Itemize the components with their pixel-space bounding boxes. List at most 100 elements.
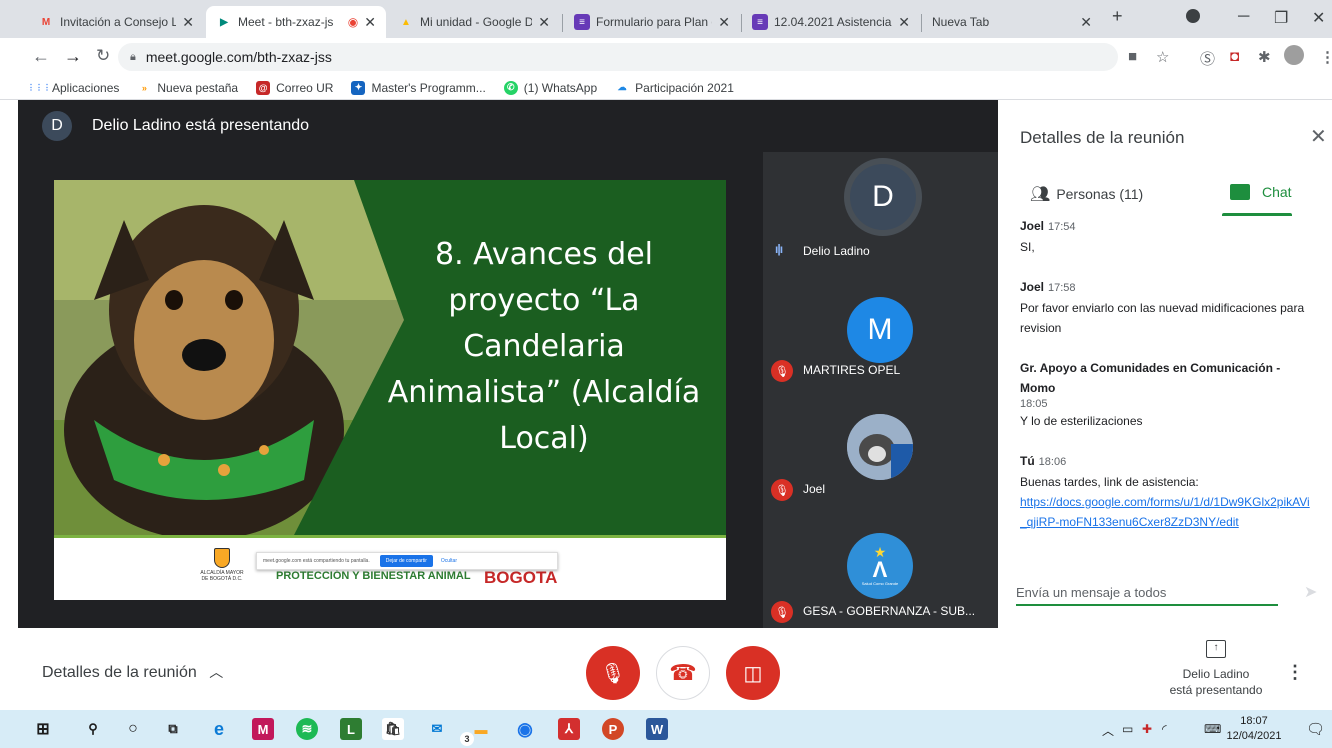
participant-tile[interactable]: D ı|ı Delio Ladino [763, 152, 998, 271]
stop-sharing-button[interactable]: Dejar de compartir [379, 555, 433, 567]
bookmark-label: Master's Programm... [371, 80, 486, 95]
bookmark-star-icon[interactable]: ☆ [1156, 48, 1169, 66]
escudo-caption: ALCALDÍA MAYOR DE BOGOTÁ D.C. [200, 570, 244, 582]
participant-tile[interactable]: M 🎙︎ MARTIRES OPEL [763, 271, 998, 390]
close-tab-icon[interactable]: ✕ [718, 14, 730, 31]
tab-chat[interactable]: Chat [1230, 184, 1292, 200]
word-icon[interactable]: W [646, 718, 668, 740]
bookmark-item[interactable]: @ Correo UR [256, 80, 333, 95]
presentation-status[interactable]: ↑ Delio Ladino está presentando [1160, 640, 1272, 698]
send-icon[interactable]: ➤ [1304, 582, 1317, 602]
browser-tab-active[interactable]: ▶ Meet - bth-zxaz-js ◉ ✕ [206, 6, 386, 38]
more-menu-icon[interactable]: ⋮ [1320, 48, 1332, 66]
taskbar-clock[interactable]: 18:07 12/04/2021 [1226, 714, 1282, 744]
close-icon[interactable]: ✕ [1310, 124, 1327, 149]
user-avatar[interactable] [1284, 45, 1304, 65]
back-icon[interactable]: ← [32, 46, 50, 67]
browser-tab[interactable]: M Invitación a Consejo L ✕ [28, 6, 204, 38]
tray-app-icon[interactable]: ✚ [1142, 722, 1152, 736]
keyboard-icon[interactable]: ⌨ [1204, 722, 1221, 736]
meet-icon: ▶ [220, 16, 228, 28]
message-time: 18:05 [1020, 398, 1048, 410]
bookmark-item[interactable]: » Nueva pestaña [137, 80, 238, 95]
edge-icon[interactable]: e [208, 718, 230, 740]
drive-icon: ▲ [401, 16, 411, 28]
task-view-icon[interactable]: ⧉ [162, 718, 184, 740]
bookmark-item[interactable]: ☁ Participación 2021 [615, 80, 734, 95]
acrobat-icon[interactable]: ⅄ [558, 718, 580, 740]
app-l-icon[interactable]: L [340, 718, 362, 740]
bookmark-apps[interactable]: ⋮⋮⋮ Aplicaciones [27, 80, 119, 95]
chevron-up-icon: ︿ [209, 664, 224, 680]
mail-app-icon[interactable]: ✉ [426, 718, 448, 740]
presenter-avatar: D [42, 111, 72, 141]
hang-up-icon: ☎︎ [669, 660, 697, 685]
url-text: meet.google.com/bth-zxaz-jss [145, 49, 332, 65]
browser-tab[interactable]: Nueva Tab ✕ [922, 6, 1102, 38]
browser-tab[interactable]: ≡ 12.04.2021 Asistencia ✕ [742, 6, 920, 38]
message-text: Buenas tardes, link de asistencia: [1020, 475, 1199, 489]
hide-notice-button[interactable]: Ocultar [441, 558, 457, 564]
minimize-icon[interactable]: ─ [1238, 8, 1249, 26]
wifi-icon[interactable]: ◜ [1162, 722, 1167, 736]
close-tab-icon[interactable]: ✕ [538, 14, 550, 31]
close-window-icon[interactable]: ✕ [1312, 8, 1325, 28]
tray-network-icon[interactable]: ▭ [1122, 722, 1133, 736]
tray-chevron-up-icon[interactable]: ︿ [1102, 722, 1114, 739]
camera-toggle-button[interactable]: ◫ [726, 646, 780, 700]
browser-tab[interactable]: ≡ Formulario para Plan d ✕ [564, 6, 740, 38]
participant-tiles: D ı|ı Delio Ladino M 🎙︎ MARTIRES OPEL 🎙︎… [763, 152, 998, 628]
close-tab-icon[interactable]: ✕ [182, 14, 194, 31]
restore-icon[interactable]: ❐ [1274, 8, 1288, 28]
leave-call-button[interactable]: ☎︎ [656, 646, 710, 700]
mic-toggle-button[interactable]: 🎙︎ [586, 646, 640, 700]
browser-tab[interactable]: ▲ Mi unidad - Google D ✕ [388, 6, 560, 38]
close-tab-icon[interactable]: ✕ [1080, 14, 1092, 31]
tab-people[interactable]: 👥︎ Personas (11) [1030, 184, 1143, 204]
message-time: 17:58 [1048, 282, 1076, 294]
pocket-icon[interactable]: ◘ [1230, 48, 1239, 65]
close-tab-icon[interactable]: ✕ [898, 14, 910, 31]
participant-tile[interactable]: ★ Λ Salud Como Grande 🎙︎ GESA - GOBERNAN… [763, 509, 998, 628]
new-tab-button[interactable]: + [1112, 6, 1123, 27]
reload-icon[interactable]: ↻ [96, 46, 110, 66]
message-sender: Joel [1020, 219, 1045, 233]
chat-message: Joel 17:54 SI, [1020, 216, 1312, 257]
meet-stage: D Delio Ladino está presentando 8. Avanc… [18, 100, 998, 628]
close-tab-icon[interactable]: ✕ [364, 14, 376, 31]
attendance-link[interactable]: https://docs.google.com/forms/u/1/d/1Dw9… [1020, 495, 1310, 529]
apps-grid-icon: ⋮⋮⋮ [27, 80, 51, 95]
meeting-controls: Detalles de la reunión ︿ 🎙︎ ☎︎ ◫ ↑ Delio… [0, 628, 1332, 710]
windows-start-icon[interactable]: ⊞ [32, 718, 54, 740]
powerpoint-icon[interactable]: P [602, 718, 624, 740]
camera-icon[interactable]: ■ [1128, 48, 1137, 65]
meeting-details-button[interactable]: Detalles de la reunión ︿ [42, 662, 223, 682]
cortana-icon[interactable]: ○ [122, 718, 144, 740]
address-bar[interactable]: 🔒︎ meet.google.com/bth-zxaz-jss [118, 43, 1118, 71]
spotify-icon[interactable]: ≋ [296, 718, 318, 740]
file-explorer-icon[interactable]: ▬ [470, 718, 492, 740]
profile-icon[interactable] [1186, 9, 1200, 23]
chat-input[interactable]: Envía un mensaje a todos [1016, 580, 1278, 606]
extensions-puzzle-icon[interactable]: ✱ [1258, 48, 1271, 66]
notifications-icon[interactable]: 🗨︎ [1306, 720, 1325, 738]
participant-name: GESA - GOBERNANZA - SUB... [803, 604, 976, 618]
tab-label: Personas (11) [1056, 186, 1144, 202]
mic-off-icon: 🎙︎ [771, 360, 793, 382]
extension-s-icon[interactable]: Ⓢ [1200, 48, 1215, 69]
bookmark-item[interactable]: ✦ Master's Programm... [351, 80, 486, 95]
search-icon[interactable]: ⚲ [82, 718, 104, 740]
more-options-icon[interactable]: ⋮ [1286, 662, 1304, 683]
share-notice-text: meet.google.com está compartiendo tu pan… [263, 558, 370, 564]
speaking-indicator-icon: ı|ı [775, 242, 783, 256]
message-text: SI, [1020, 240, 1035, 254]
forward-icon[interactable]: → [64, 46, 82, 67]
bookmark-label: Participación 2021 [635, 80, 734, 95]
chrome-icon[interactable]: ◉ [514, 718, 536, 740]
bookmark-item[interactable]: ✆ (1) WhatsApp [503, 80, 597, 95]
avatar: ★ Λ Salud Como Grande [847, 533, 913, 599]
tab-title: Meet - bth-zxaz-js [238, 15, 334, 29]
store-icon[interactable]: 🛍︎ [382, 718, 404, 740]
mcafee-icon[interactable]: M [252, 718, 274, 740]
participant-tile[interactable]: 🎙︎ Joel [763, 390, 998, 509]
